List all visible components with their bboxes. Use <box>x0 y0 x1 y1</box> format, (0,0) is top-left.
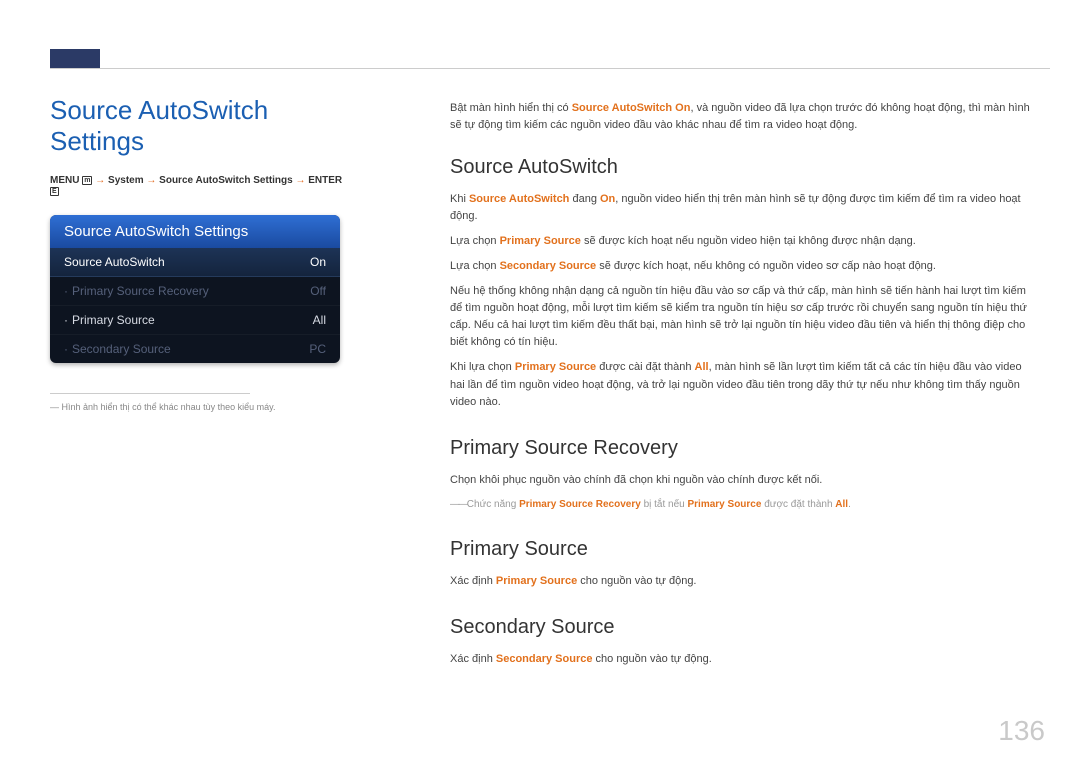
menu-row-source-autoswitch[interactable]: Source AutoSwitch On <box>50 248 340 277</box>
menu-row-label: Source AutoSwitch <box>64 255 165 269</box>
breadcrumb-arrow: → <box>95 175 105 186</box>
menu-row-label: ·Secondary Source <box>64 342 171 356</box>
body-text: Xác định Secondary Source cho nguồn vào … <box>450 651 1030 668</box>
breadcrumb: MENU m → System → Source AutoSwitch Sett… <box>50 175 350 197</box>
body-text: Xác định Primary Source cho nguồn vào tự… <box>450 573 1030 590</box>
menu-row-label: ·Primary Source Recovery <box>64 284 209 298</box>
section-tab-marker <box>50 49 100 68</box>
osd-menu-header: Source AutoSwitch Settings <box>50 215 340 248</box>
right-column: Bật màn hình hiển thị có Source AutoSwit… <box>450 100 1030 676</box>
breadcrumb-arrow: → <box>146 175 156 186</box>
body-text: Chọn khôi phục nguồn vào chính đã chọn k… <box>450 472 1030 489</box>
menu-row-value: Off <box>310 284 326 298</box>
image-caption: Hình ảnh hiển thị có thể khác nhau tùy t… <box>50 402 350 412</box>
menu-row-label: ·Primary Source <box>64 313 155 327</box>
menu-row-primary-source-recovery[interactable]: ·Primary Source Recovery Off <box>50 277 340 306</box>
body-text: Lựa chọn Primary Source sẽ được kích hoạ… <box>450 233 1030 250</box>
page-number: 136 <box>998 715 1045 747</box>
osd-menu-card: Source AutoSwitch Settings Source AutoSw… <box>50 215 340 363</box>
body-text: Lựa chọn Secondary Source sẽ được kích h… <box>450 258 1030 275</box>
breadcrumb-settings: Source AutoSwitch Settings <box>159 175 293 186</box>
body-text: Khi Source AutoSwitch đang On, nguồn vid… <box>450 191 1030 225</box>
breadcrumb-arrow: → <box>295 175 305 186</box>
body-text: Nếu hệ thống không nhận dạng cả nguồn tí… <box>450 283 1030 351</box>
menu-row-value: On <box>310 255 326 269</box>
menu-row-value: All <box>313 313 326 327</box>
intro-paragraph: Bật màn hình hiển thị có Source AutoSwit… <box>450 100 1030 134</box>
heading-source-autoswitch: Source AutoSwitch <box>450 152 1030 183</box>
heading-primary-source: Primary Source <box>450 534 1030 565</box>
caption-divider <box>50 393 250 394</box>
top-horizontal-rule <box>50 68 1050 69</box>
breadcrumb-menu: MENU <box>50 175 79 186</box>
heading-secondary-source: Secondary Source <box>450 612 1030 643</box>
note-text: Chức năng Primary Source Recovery bị tắt… <box>450 497 1030 513</box>
heading-primary-source-recovery: Primary Source Recovery <box>450 433 1030 464</box>
menu-icon: m <box>82 176 92 185</box>
enter-icon: E <box>50 187 59 196</box>
breadcrumb-enter: ENTER <box>308 175 342 186</box>
menu-row-primary-source[interactable]: ·Primary Source All <box>50 306 340 335</box>
page-title: Source AutoSwitch Settings <box>50 95 350 157</box>
menu-row-value: PC <box>309 342 326 356</box>
body-text: Khi lựa chọn Primary Source được cài đặt… <box>450 359 1030 410</box>
menu-row-secondary-source[interactable]: ·Secondary Source PC <box>50 335 340 363</box>
breadcrumb-system: System <box>108 175 144 186</box>
left-column: Source AutoSwitch Settings MENU m → Syst… <box>50 95 350 412</box>
